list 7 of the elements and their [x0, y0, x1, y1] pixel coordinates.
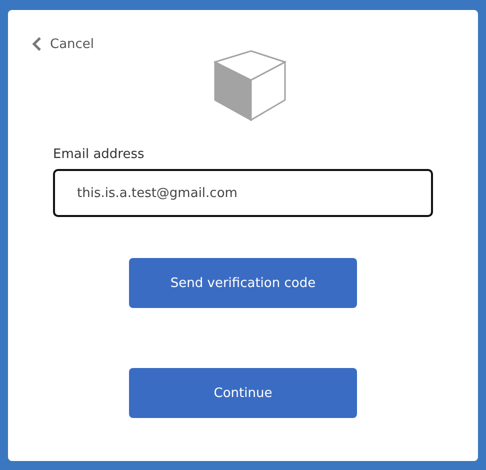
email-field[interactable]: this.is.a.test@gmail.com — [53, 169, 433, 217]
chevron-left-icon — [32, 36, 42, 52]
field-label: Email address — [53, 147, 146, 162]
cancel-link[interactable]: Cancel — [32, 36, 94, 52]
cube-icon — [214, 50, 286, 121]
continue-button[interactable]: Continue — [129, 368, 357, 418]
send-code-button[interactable]: Send verification code — [129, 258, 357, 308]
